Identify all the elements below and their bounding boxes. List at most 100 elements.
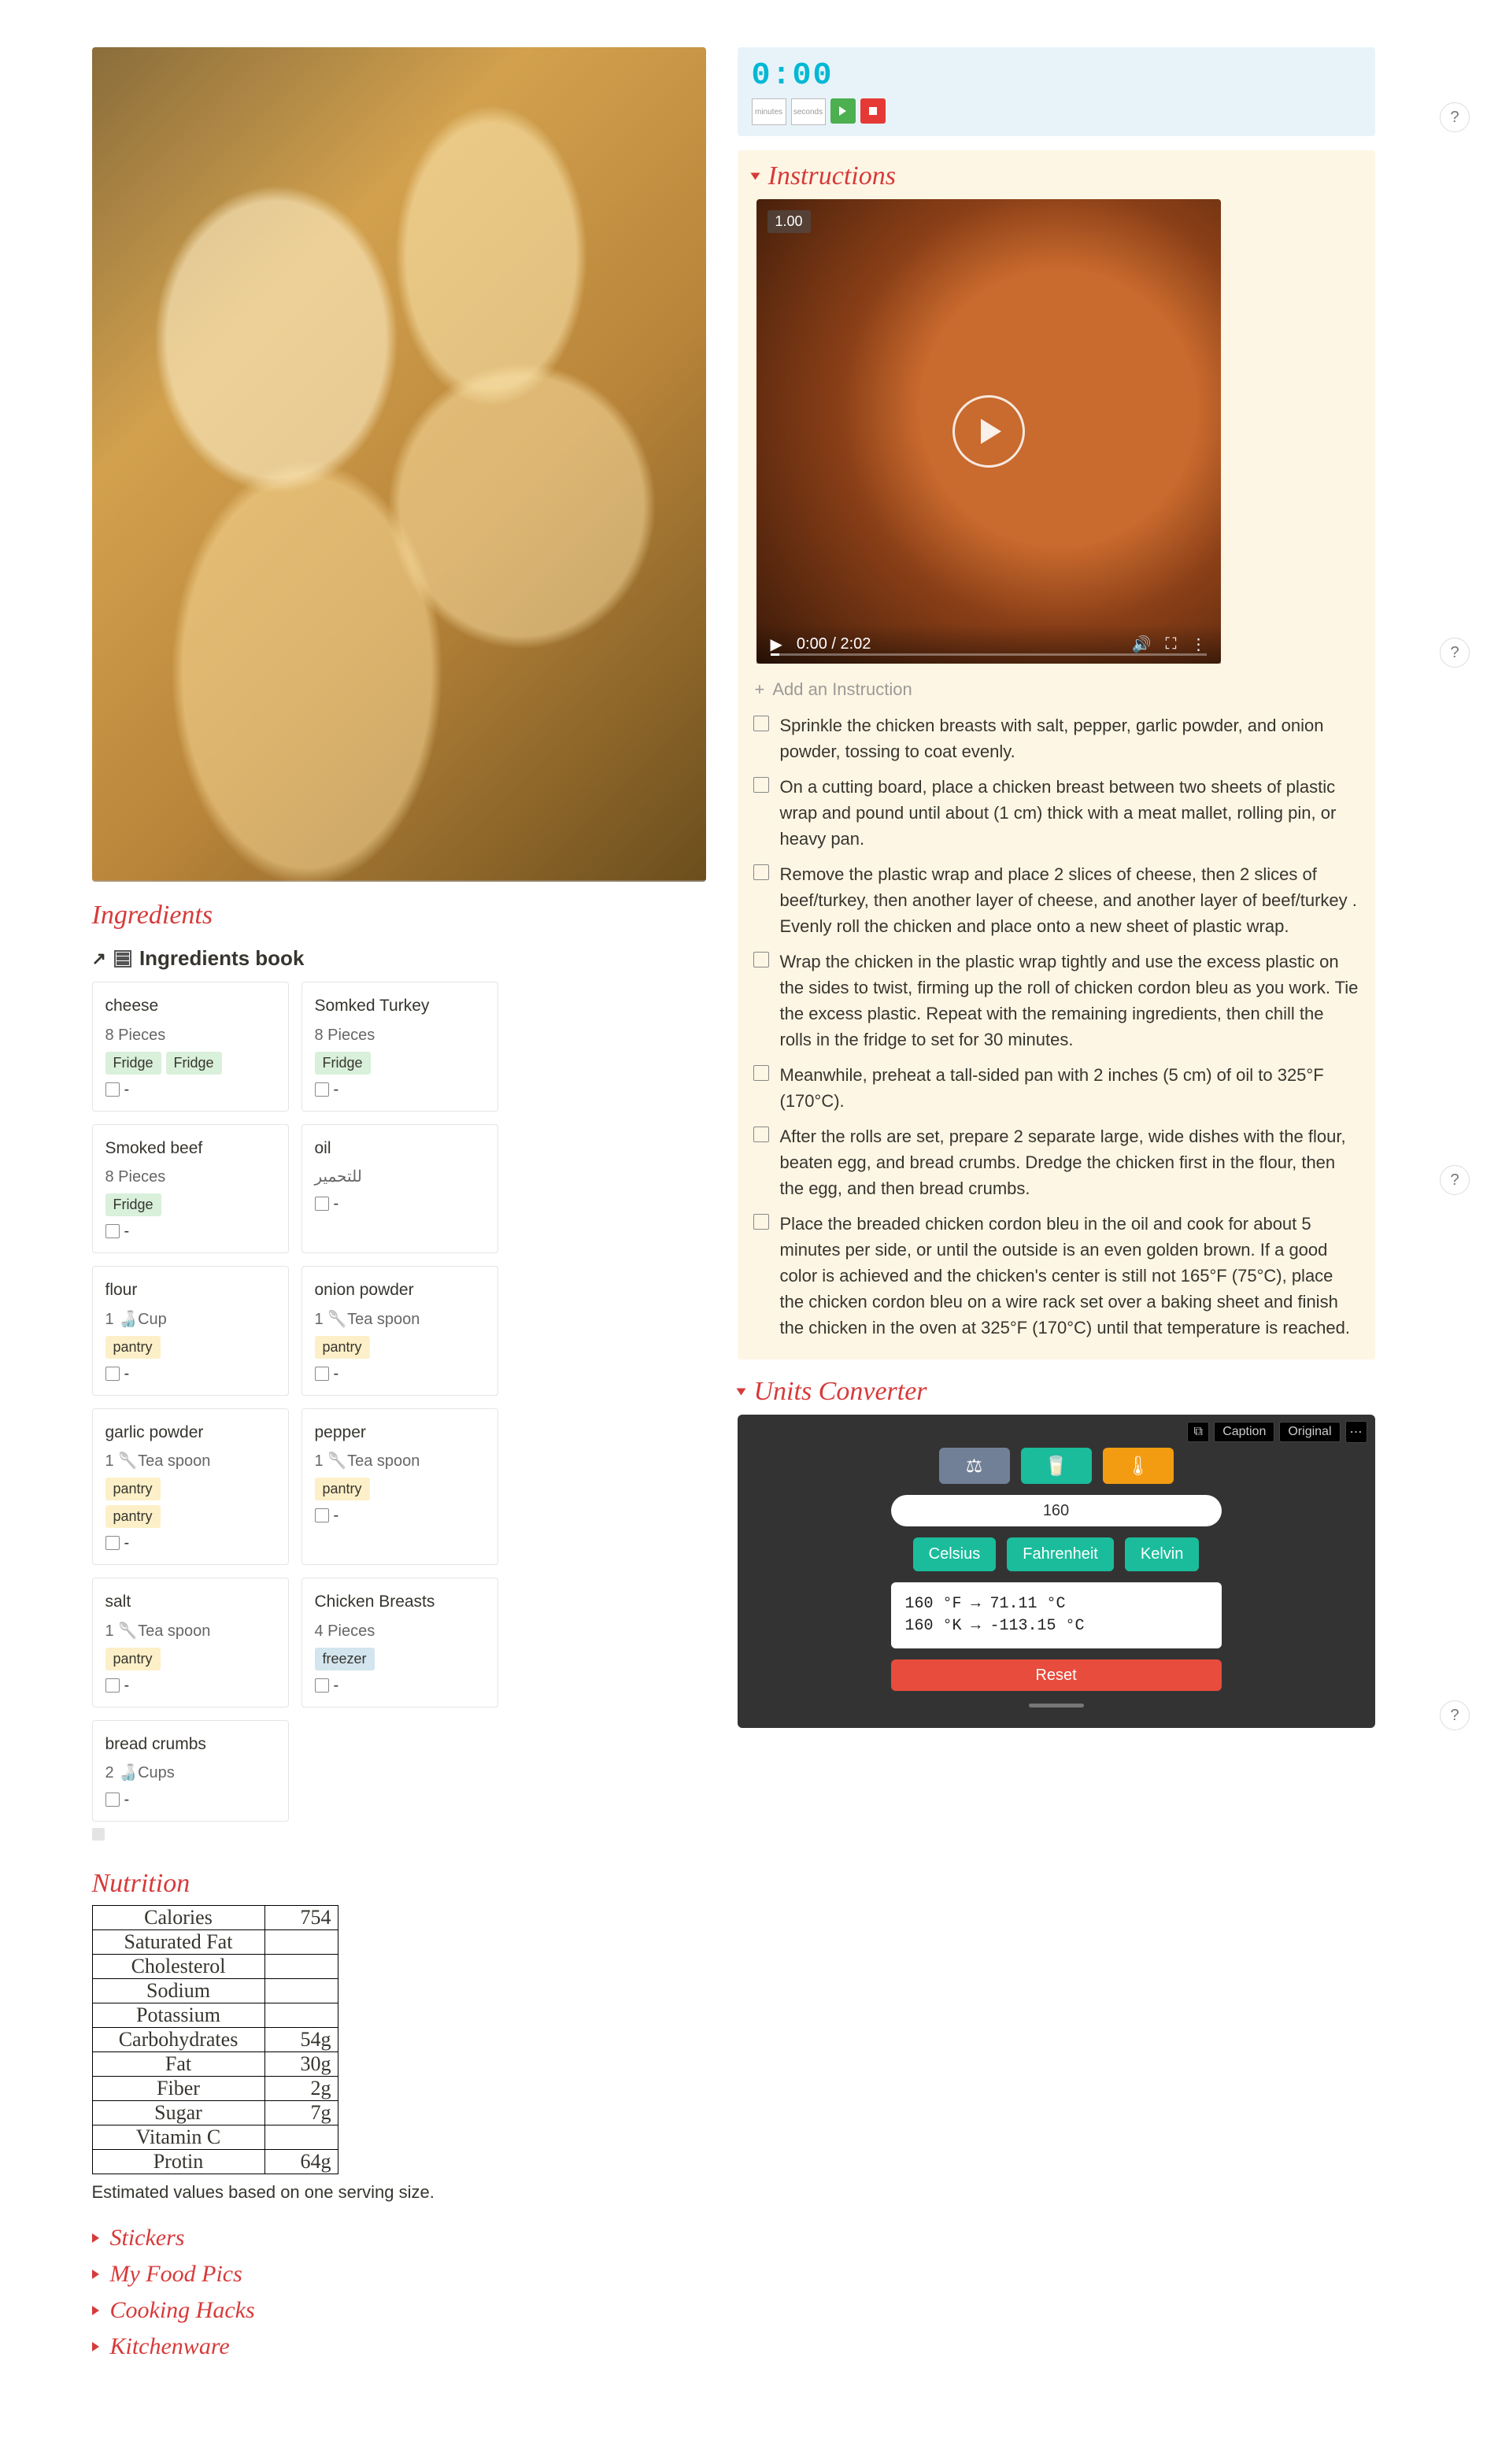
- converter-reset-button[interactable]: Reset: [891, 1659, 1222, 1691]
- toggle-label: Kitchenware: [110, 2333, 230, 2360]
- resize-handle[interactable]: [1029, 1704, 1084, 1707]
- mode-temperature-button[interactable]: 🌡: [1103, 1448, 1174, 1484]
- ingredient-checkbox[interactable]: [315, 1082, 329, 1097]
- dash: -: [124, 1362, 130, 1386]
- open-link-icon: ↗: [92, 949, 106, 969]
- ingredient-checkbox[interactable]: [105, 1678, 120, 1693]
- storage-tag: Fridge: [166, 1052, 222, 1075]
- toggle-label: My Food Pics: [110, 2261, 242, 2288]
- help-button[interactable]: ?: [1440, 638, 1470, 668]
- toggle-cooking-hacks[interactable]: Cooking Hacks: [92, 2297, 706, 2324]
- ingredient-checkbox[interactable]: [315, 1197, 329, 1211]
- instruction-checkbox[interactable]: [753, 1127, 769, 1142]
- ingredient-card[interactable]: onion powder 1 🥄Tea spoon pantry -: [301, 1266, 498, 1396]
- mode-volume-button[interactable]: 🥛: [1021, 1448, 1092, 1484]
- instruction-checkbox[interactable]: [753, 952, 769, 967]
- nutrition-key: Cholesterol: [92, 1955, 264, 1979]
- instruction-checkbox[interactable]: [753, 777, 769, 793]
- unit-fahrenheit-button[interactable]: Fahrenheit: [1007, 1537, 1114, 1571]
- ingredient-checkbox[interactable]: [105, 1082, 120, 1097]
- nutrition-key: Carbohydrates: [92, 2028, 264, 2052]
- ingredient-card[interactable]: salt 1 🥄Tea spoon pantry -: [92, 1578, 289, 1707]
- timer-stop-button[interactable]: [860, 98, 886, 124]
- help-button[interactable]: ?: [1440, 1165, 1470, 1195]
- ingredient-checkbox[interactable]: [105, 1793, 120, 1807]
- converter-more-icon[interactable]: ⋯: [1345, 1421, 1367, 1443]
- ingredient-checkbox[interactable]: [105, 1536, 120, 1550]
- instruction-checkbox[interactable]: [753, 716, 769, 731]
- ingredient-name: Chicken Breasts: [315, 1589, 485, 1615]
- timer-play-button[interactable]: [830, 98, 856, 124]
- instruction-item: On a cutting board, place a chicken brea…: [752, 769, 1361, 856]
- converter-original-button[interactable]: Original: [1279, 1422, 1340, 1442]
- instruction-text: After the rolls are set, prepare 2 separ…: [780, 1123, 1359, 1201]
- ingredients-book-label: Ingredients book: [139, 946, 304, 971]
- storage-tag: pantry: [105, 1505, 161, 1528]
- video-speed-badge[interactable]: 1.00: [767, 210, 811, 233]
- dash: -: [334, 1362, 339, 1386]
- video-play-icon[interactable]: [952, 395, 1025, 468]
- timer-seconds-input[interactable]: seconds: [791, 98, 826, 125]
- instruction-video[interactable]: 1.00 ▶ 0:00 / 2:02 🔊 ⛶ ⋮: [756, 199, 1221, 664]
- toggle-my-food-pics[interactable]: My Food Pics: [92, 2261, 706, 2288]
- ingredient-card[interactable]: bread crumbs 2 🍶Cups -: [92, 1720, 289, 1822]
- ingredient-card[interactable]: oil للتحمير -: [301, 1124, 498, 1254]
- ingredient-card[interactable]: Somked Turkey 8 Pieces Fridge -: [301, 982, 498, 1112]
- ingredient-card[interactable]: Chicken Breasts 4 Pieces freezer -: [301, 1578, 498, 1707]
- chevron-down-icon[interactable]: [750, 173, 760, 180]
- unit-celsius-button[interactable]: Celsius: [913, 1537, 997, 1571]
- ingredients-book-link[interactable]: ↗ Ingredients book: [92, 946, 706, 971]
- ingredient-card[interactable]: flour 1 🍶Cup pantry -: [92, 1266, 289, 1396]
- ingredient-checkbox[interactable]: [315, 1367, 329, 1381]
- add-card-placeholder[interactable]: [92, 1828, 105, 1841]
- units-converter-widget: ⧉ Caption Original ⋯ ⚖ 🥛 🌡 160 Celsius F…: [738, 1415, 1375, 1728]
- nutrition-key: Calories: [92, 1906, 264, 1930]
- video-progress[interactable]: [771, 653, 1207, 656]
- help-button[interactable]: ?: [1440, 102, 1470, 132]
- timer-display: 0:00: [752, 58, 1361, 94]
- ingredient-qty: 1 🥄Tea spoon: [105, 1619, 276, 1643]
- instruction-checkbox[interactable]: [753, 864, 769, 880]
- mode-weight-button[interactable]: ⚖: [939, 1448, 1010, 1484]
- toggle-stickers[interactable]: Stickers: [92, 2225, 706, 2251]
- instruction-text: Remove the plastic wrap and place 2 slic…: [780, 861, 1359, 939]
- converter-copy-icon[interactable]: ⧉: [1187, 1422, 1209, 1442]
- help-button[interactable]: ?: [1440, 1700, 1470, 1730]
- nutrition-value: [264, 2125, 338, 2150]
- unit-kelvin-button[interactable]: Kelvin: [1125, 1537, 1199, 1571]
- timer-minutes-input[interactable]: minutes: [752, 98, 786, 125]
- nutrition-value: 54g: [264, 2028, 338, 2052]
- dash: -: [334, 1674, 339, 1697]
- video-play-small-icon[interactable]: ▶: [771, 634, 782, 654]
- ingredient-checkbox[interactable]: [315, 1508, 329, 1522]
- ingredient-qty: 2 🍶Cups: [105, 1761, 276, 1785]
- video-more-icon[interactable]: ⋮: [1191, 634, 1207, 654]
- instruction-checkbox[interactable]: [753, 1065, 769, 1081]
- converter-caption-button[interactable]: Caption: [1214, 1422, 1274, 1442]
- volume-icon[interactable]: 🔊: [1132, 634, 1152, 654]
- cup-icon: 🥛: [1045, 1455, 1068, 1478]
- ingredient-qty: 8 Pieces: [105, 1165, 276, 1189]
- nutrition-value: [264, 1955, 338, 1979]
- ingredient-card[interactable]: Smoked beef 8 Pieces Fridge -: [92, 1124, 289, 1254]
- nutrition-value: 30g: [264, 2052, 338, 2077]
- toggle-kitchenware[interactable]: Kitchenware: [92, 2333, 706, 2360]
- storage-tag: pantry: [105, 1336, 161, 1359]
- ingredient-name: bread crumbs: [105, 1732, 276, 1757]
- ingredient-checkbox[interactable]: [105, 1224, 120, 1238]
- converter-value-input[interactable]: 160: [891, 1495, 1222, 1526]
- ingredient-checkbox[interactable]: [315, 1678, 329, 1693]
- ingredient-checkbox[interactable]: [105, 1367, 120, 1381]
- nutrition-key: Vitamin C: [92, 2125, 264, 2150]
- ingredient-card[interactable]: pepper 1 🥄Tea spoon pantry -: [301, 1408, 498, 1566]
- instruction-checkbox[interactable]: [753, 1214, 769, 1230]
- nutrition-row: Fat30g: [92, 2052, 338, 2077]
- ingredient-card[interactable]: garlic powder 1 🥄Tea spoon pantry pantry…: [92, 1408, 289, 1566]
- nutrition-row: Vitamin C: [92, 2125, 338, 2150]
- nutrition-value: 2g: [264, 2077, 338, 2101]
- fullscreen-icon[interactable]: ⛶: [1166, 635, 1177, 653]
- toggle-label: Stickers: [110, 2225, 185, 2251]
- chevron-down-icon[interactable]: [736, 1389, 745, 1396]
- ingredient-card[interactable]: cheese 8 Pieces FridgeFridge -: [92, 982, 289, 1112]
- add-instruction-button[interactable]: + Add an Instruction: [752, 675, 1361, 708]
